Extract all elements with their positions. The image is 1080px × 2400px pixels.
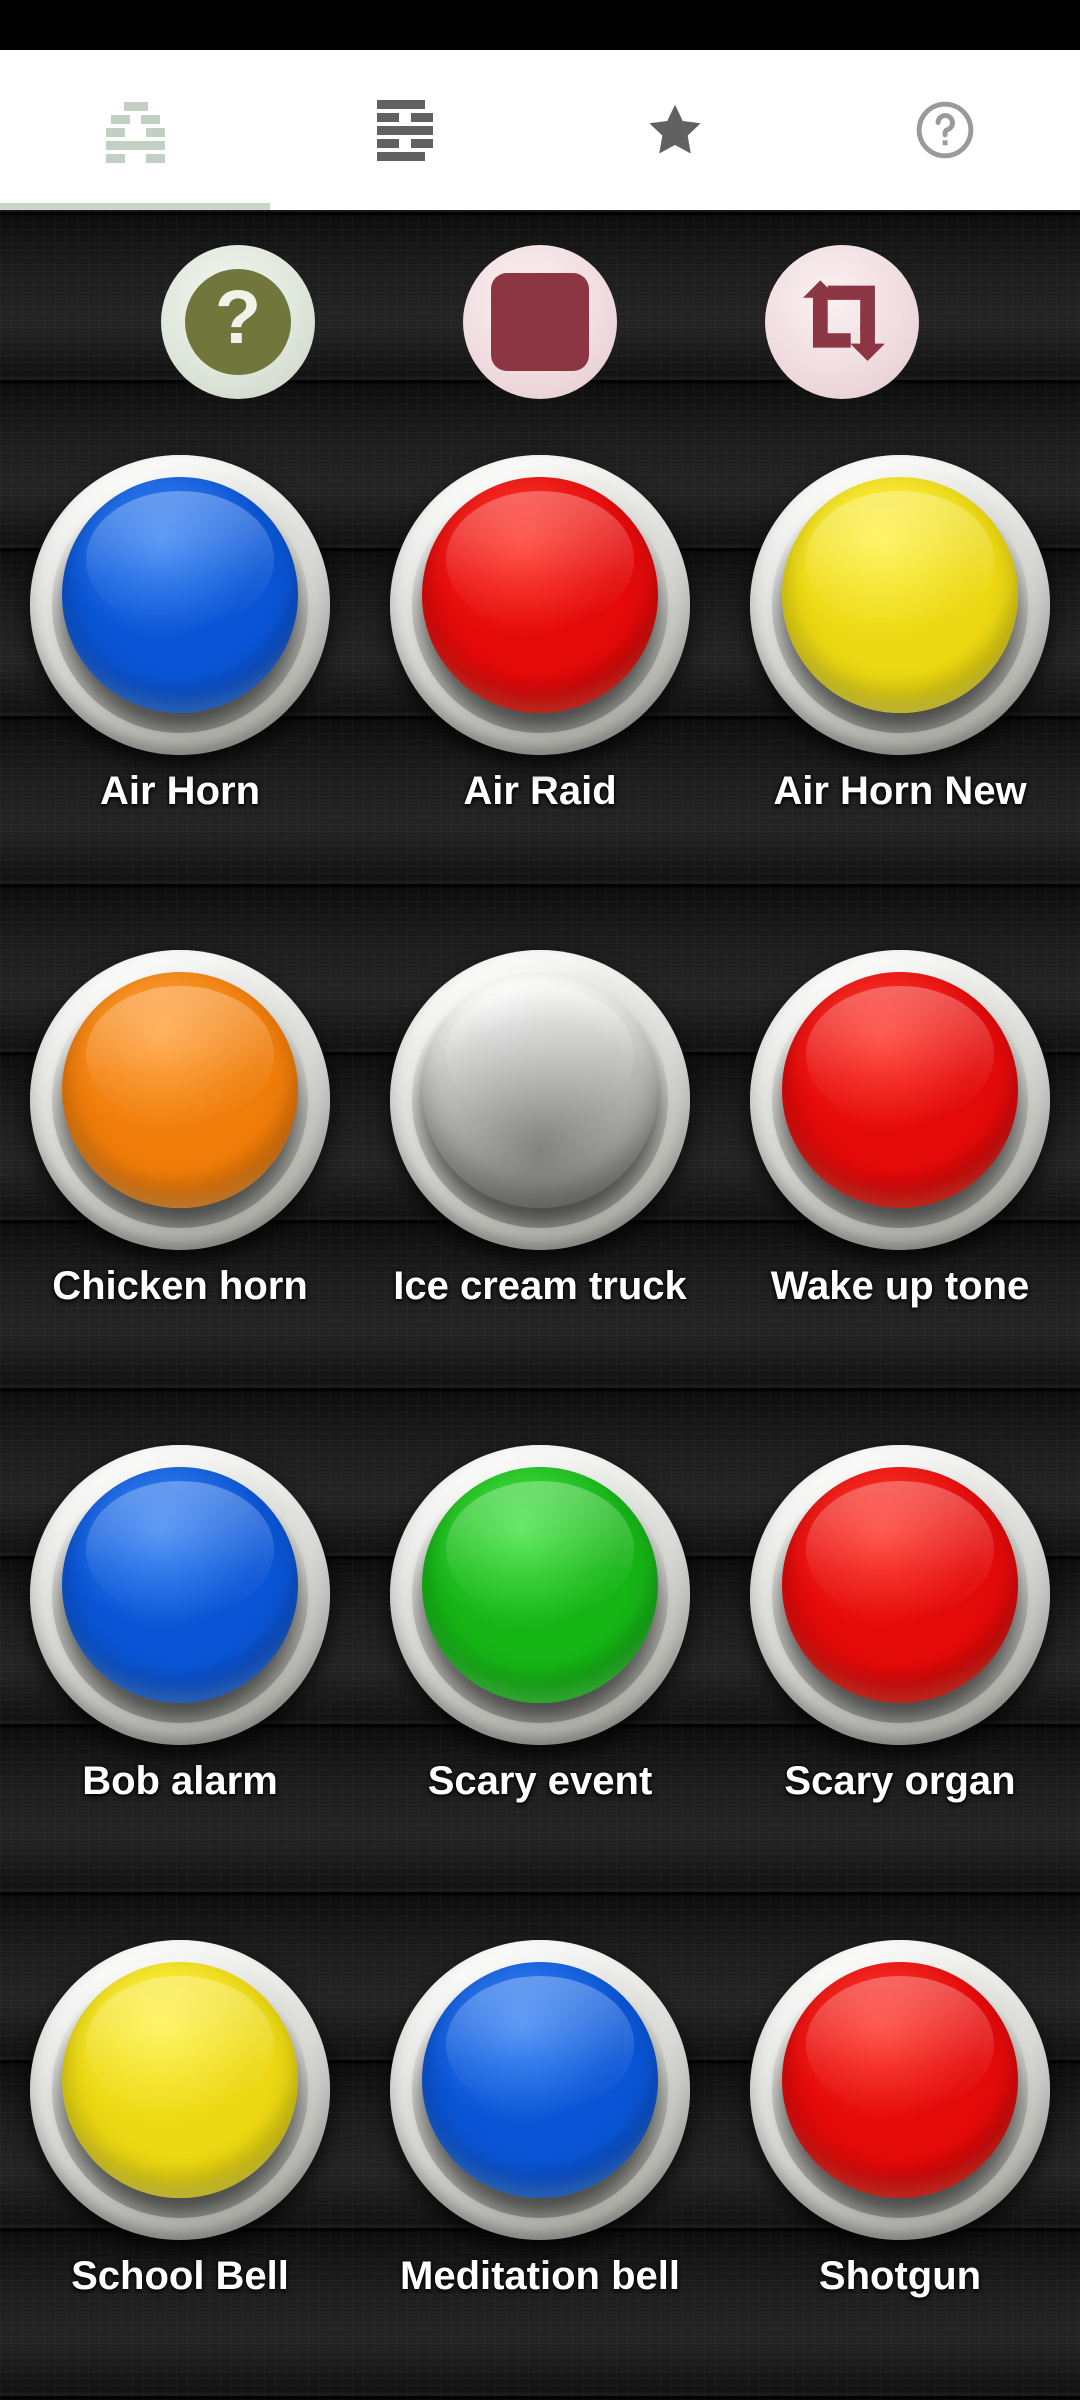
sound-button[interactable]	[30, 1940, 330, 2240]
sound-cell[interactable]: Air Horn New	[720, 455, 1080, 950]
stop-square-icon	[491, 273, 589, 371]
sound-label: Bob alarm	[82, 1759, 278, 1803]
sound-label: Air Horn	[100, 769, 260, 813]
question-mark-icon: ?	[185, 269, 291, 375]
list-icon	[377, 100, 433, 161]
sound-button[interactable]	[750, 1940, 1050, 2240]
button-dome	[62, 1962, 298, 2198]
tab-help[interactable]	[810, 50, 1080, 210]
sound-label: Ice cream truck	[393, 1264, 687, 1308]
sound-button[interactable]	[390, 950, 690, 1250]
sound-button[interactable]	[30, 455, 330, 755]
button-dome	[62, 972, 298, 1208]
sound-cell[interactable]: Bob alarm	[0, 1445, 360, 1940]
stop-action-button[interactable]	[463, 245, 617, 399]
sound-label: School Bell	[71, 2254, 289, 2298]
button-dome	[782, 972, 1018, 1208]
sound-cell[interactable]: Air Horn	[0, 455, 360, 950]
sound-cell[interactable]: Air Raid	[360, 455, 720, 950]
sound-cell[interactable]: Wake up tone	[720, 950, 1080, 1445]
action-button-row: ?	[0, 245, 1080, 399]
tab-bar	[0, 50, 1080, 210]
sound-cell[interactable]: Shotgun	[720, 1940, 1080, 2400]
sound-cell[interactable]: Meditation bell	[360, 1940, 720, 2400]
sound-label: Scary event	[427, 1759, 653, 1803]
sound-cell[interactable]: Scary event	[360, 1445, 720, 1940]
sound-button[interactable]	[750, 455, 1050, 755]
sound-cell[interactable]: Scary organ	[720, 1445, 1080, 1940]
keyboard-grid-icon	[106, 102, 165, 163]
sound-button[interactable]	[750, 1445, 1050, 1745]
status-bar	[0, 0, 1080, 50]
tab-favorites[interactable]	[540, 50, 810, 210]
button-dome	[422, 1962, 658, 2198]
button-dome	[782, 1467, 1018, 1703]
loop-action-button[interactable]	[765, 245, 919, 399]
button-dome	[422, 477, 658, 713]
sound-button[interactable]	[390, 455, 690, 755]
sound-label: Scary organ	[784, 1759, 1016, 1803]
sound-button[interactable]	[30, 950, 330, 1250]
button-dome	[422, 972, 658, 1208]
help-action-button[interactable]: ?	[161, 245, 315, 399]
sound-label: Air Horn New	[773, 769, 1027, 813]
button-dome	[782, 1962, 1018, 2198]
help-circle-icon	[914, 99, 976, 161]
star-icon	[643, 99, 707, 161]
button-dome	[422, 1467, 658, 1703]
soundboard-panel: ? Air Horn Air Raid Air Horn New Chicken…	[0, 210, 1080, 2400]
button-dome	[782, 477, 1018, 713]
sound-label: Meditation bell	[400, 2254, 680, 2298]
sound-label: Air Raid	[463, 769, 617, 813]
tab-sound-list[interactable]	[270, 50, 540, 210]
sound-button[interactable]	[390, 1940, 690, 2240]
sound-button[interactable]	[30, 1445, 330, 1745]
sound-label: Shotgun	[818, 2254, 982, 2298]
sound-label: Chicken horn	[52, 1264, 308, 1308]
soundboard-app: ? Air Horn Air Raid Air Horn New Chicken…	[0, 0, 1080, 2400]
sound-button[interactable]	[390, 1445, 690, 1745]
sound-cell[interactable]: School Bell	[0, 1940, 360, 2400]
sound-cell[interactable]: Ice cream truck	[360, 950, 720, 1445]
button-dome	[62, 477, 298, 713]
tab-soundboard[interactable]	[0, 50, 270, 210]
sound-label: Wake up tone	[770, 1264, 1030, 1308]
sound-button-grid: Air Horn Air Raid Air Horn New Chicken h…	[0, 455, 1080, 2400]
repeat-loop-icon	[790, 270, 894, 374]
sound-cell[interactable]: Chicken horn	[0, 950, 360, 1445]
button-dome	[62, 1467, 298, 1703]
sound-button[interactable]	[750, 950, 1050, 1250]
active-tab-indicator	[0, 203, 270, 210]
